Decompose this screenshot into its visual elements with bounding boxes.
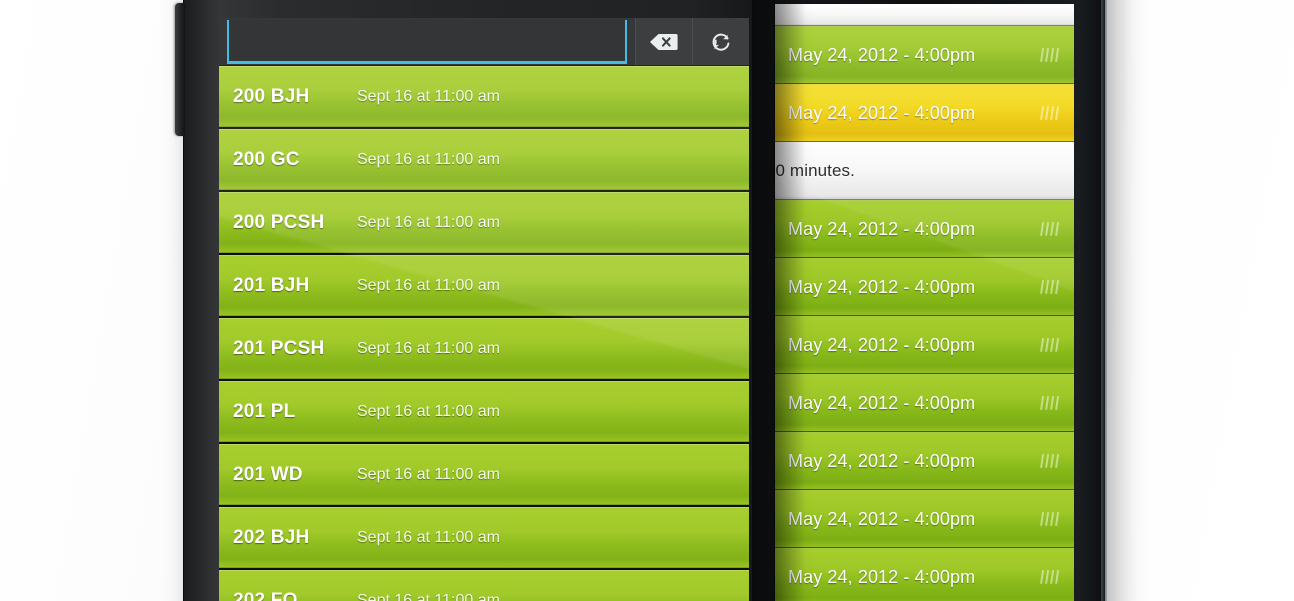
left-phone-screen: 200 BJH Sept 16 at 11:00 am 200 GC Sept 16 …	[219, 18, 749, 601]
grow-row-code: 201 PCSH	[233, 337, 325, 359]
drag-handle[interactable]	[1038, 452, 1062, 470]
grow-list-row[interactable]: 201 WD Sept 16 at 11:00 am	[219, 444, 749, 507]
refresh-icon	[712, 33, 730, 51]
grow-row-code: 201 WD	[233, 463, 303, 485]
clear-button[interactable]	[635, 18, 692, 65]
ios-row-label: 30 minutes.	[772, 161, 855, 180]
ios-list-row[interactable]: 30 minutes.	[772, 142, 1074, 200]
drag-handle-icon	[1040, 570, 1059, 584]
drag-handle[interactable]	[1038, 220, 1062, 238]
drag-handle[interactable]	[1038, 510, 1062, 528]
grow-row-datetime: Sept 16 at 11:00 am	[357, 87, 500, 105]
ios-list-row[interactable]: May 24, 2012 - 4:00pm	[772, 316, 1074, 374]
grow-row-datetime: Sept 16 at 11:00 am	[357, 591, 500, 601]
grow-row-datetime: Sept 16 at 11:00 am	[357, 276, 500, 294]
drag-handle-icon	[1040, 338, 1059, 352]
drag-handle[interactable]	[1038, 104, 1062, 122]
ios-row-label: May 24, 2012 - 4:00pm	[788, 392, 976, 413]
ios-row-label: May 24, 2012 - 4:00pm	[788, 566, 976, 587]
grow-row-datetime: Sept 16 at 11:00 am	[357, 339, 500, 357]
grow-row-code: 200 PCSH	[233, 211, 325, 233]
drag-handle[interactable]	[1038, 568, 1062, 586]
right-phone-screen: May 24, 2012 - 4:00pm May 24, 2012 - 4:00…	[772, 4, 1074, 601]
ios-list-row[interactable]: May 24, 2012 - 4:00pm	[772, 548, 1074, 601]
grow-list-row[interactable]: 200 BJH Sept 16 at 11:00 am	[219, 66, 749, 129]
drag-handle-icon	[1040, 396, 1059, 410]
grow-row-code: 201 PL	[233, 400, 296, 422]
drag-handle[interactable]	[1038, 46, 1062, 64]
ios-row-label: May 24, 2012 - 4:00pm	[788, 102, 976, 123]
ios-row-label: May 24, 2012 - 4:00pm	[788, 44, 976, 65]
grow-row-datetime: Sept 16 at 11:00 am	[357, 528, 500, 546]
grow-list-row[interactable]: 202 BJH Sept 16 at 11:00 am	[219, 507, 749, 570]
scene-root: May 24, 2012 - 4:00pm May 24, 2012 - 4:00…	[0, 0, 1294, 601]
drag-handle-icon	[1040, 280, 1059, 294]
drag-handle-icon	[1040, 106, 1059, 120]
drag-handle-icon	[1040, 454, 1059, 468]
drag-handle-icon	[1040, 48, 1059, 62]
volume-rocker-button[interactable]	[175, 3, 185, 136]
grow-row-datetime: Sept 16 at 11:00 am	[357, 213, 500, 231]
ios-list-row[interactable]: May 24, 2012 - 4:00pm	[772, 374, 1074, 432]
drag-handle[interactable]	[1038, 336, 1062, 354]
grow-row-code: 200 GC	[233, 148, 300, 170]
grow-row-datetime: Sept 16 at 11:00 am	[357, 465, 500, 483]
ios-list-row[interactable]: May 24, 2012 - 4:00pm	[772, 26, 1074, 84]
ios-list-row[interactable]: May 24, 2012 - 4:00pm	[772, 490, 1074, 548]
drag-handle[interactable]	[1038, 278, 1062, 296]
grow-list-row[interactable]: 201 PL Sept 16 at 11:00 am	[219, 381, 749, 444]
grow-list-row[interactable]: 201 PCSH Sept 16 at 11:00 am	[219, 318, 749, 381]
drag-handle-icon	[1040, 222, 1059, 236]
ios-list-row[interactable]	[772, 4, 1074, 26]
ios-row-label: May 24, 2012 - 4:00pm	[788, 334, 976, 355]
ios-list-row[interactable]: May 24, 2012 - 4:00pm	[772, 432, 1074, 490]
right-phone-device: May 24, 2012 - 4:00pm May 24, 2012 - 4:00…	[752, 0, 1104, 601]
ios-list-row[interactable]: May 24, 2012 - 4:00pm	[772, 200, 1074, 258]
ios-row-label: May 24, 2012 - 4:00pm	[788, 276, 976, 297]
drag-handle[interactable]	[1038, 394, 1062, 412]
ios-list-row[interactable]: May 24, 2012 - 4:00pm	[772, 258, 1074, 316]
ios-row-label: May 24, 2012 - 4:00pm	[788, 218, 976, 239]
search-field-container	[219, 18, 635, 65]
ios-list-row[interactable]: May 24, 2012 - 4:00pm	[772, 84, 1074, 142]
grow-list-row[interactable]: 200 GC Sept 16 at 11:00 am	[219, 129, 749, 192]
grow-schedule-list[interactable]: 200 BJH Sept 16 at 11:00 am 200 GC Sept 16 …	[219, 66, 749, 601]
grow-row-datetime: Sept 16 at 11:00 am	[357, 402, 500, 420]
left-phone-device: 200 BJH Sept 16 at 11:00 am 200 GC Sept 16 …	[175, 0, 774, 601]
android-action-bar	[219, 18, 749, 66]
grow-list-row[interactable]: 200 PCSH Sept 16 at 11:00 am	[219, 192, 749, 255]
ios-schedule-list[interactable]: May 24, 2012 - 4:00pm May 24, 2012 - 4:00…	[772, 4, 1074, 601]
grow-row-code: 202 BJH	[233, 526, 310, 548]
grow-row-code: 200 BJH	[233, 85, 310, 107]
grow-list-row[interactable]: 201 BJH Sept 16 at 11:00 am	[219, 255, 749, 318]
grow-row-code: 202 FO	[233, 589, 298, 601]
search-input[interactable]	[227, 20, 627, 64]
grow-row-datetime: Sept 16 at 11:00 am	[357, 150, 500, 168]
ios-row-label: May 24, 2012 - 4:00pm	[788, 450, 976, 471]
backspace-icon	[650, 33, 678, 50]
grow-row-code: 201 BJH	[233, 274, 310, 296]
grow-list-row[interactable]: 202 FO Sept 16 at 11:00 am	[219, 570, 749, 601]
ios-row-label: May 24, 2012 - 4:00pm	[788, 508, 976, 529]
drag-handle-icon	[1040, 512, 1059, 526]
refresh-button[interactable]	[692, 18, 749, 65]
